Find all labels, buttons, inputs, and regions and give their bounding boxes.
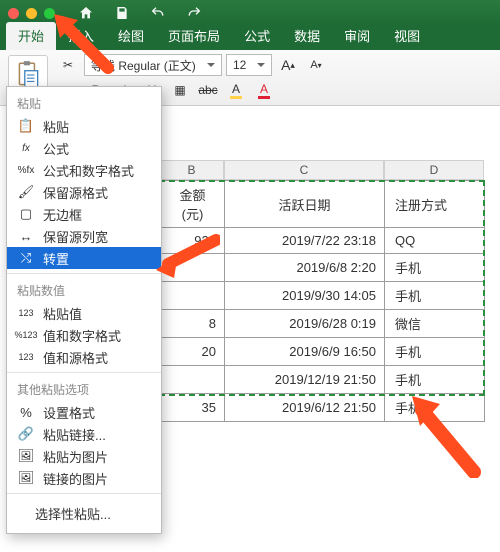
header-cell[interactable]: 金额(元) [161, 181, 225, 228]
fill-color-button[interactable]: A [224, 79, 248, 101]
menu-separator [7, 273, 161, 274]
tab-insert[interactable]: 插入 [56, 22, 106, 50]
menu-section-label: 粘贴数值 [7, 278, 161, 302]
cut-icon[interactable]: ✂ [56, 54, 80, 76]
brush-icon: 🖌 [17, 184, 35, 200]
col-width-icon: ↔ [17, 228, 35, 244]
linked-picture-icon: 🖼 [17, 470, 35, 486]
tab-data[interactable]: 数据 [282, 22, 332, 50]
zoom-window-icon[interactable] [44, 8, 55, 19]
col-header-c[interactable]: C [224, 160, 384, 180]
font-color-button[interactable]: A [252, 79, 276, 101]
menu-separator [7, 493, 161, 494]
transpose-icon: ⤭ [17, 250, 35, 266]
grow-font-button[interactable]: A▴ [276, 54, 300, 76]
menu-item-values-number-format[interactable]: %123值和数字格式 [7, 324, 161, 346]
header-cell[interactable]: 注册方式 [385, 181, 485, 228]
menu-item-paste-as-picture[interactable]: 🖼粘贴为图片 [7, 445, 161, 467]
fx-number-icon: %fx [17, 162, 35, 178]
menu-section-label: 其他粘贴选项 [7, 377, 161, 401]
menu-item-formulas[interactable]: fx公式 [7, 137, 161, 159]
worksheet[interactable]: B C D 金额(元) 活跃日期 注册方式 9212019/7/22 23:18… [160, 160, 485, 422]
tab-home[interactable]: 开始 [6, 22, 56, 50]
menu-item-formulas-number[interactable]: %fx公式和数字格式 [7, 159, 161, 181]
column-headers[interactable]: B C D [160, 160, 485, 180]
table-row: 352019/6/12 21:50手机 [161, 394, 485, 422]
strike-button[interactable]: abc [196, 79, 220, 101]
tab-review[interactable]: 审阅 [332, 22, 382, 50]
menu-item-no-border[interactable]: ▢无边框 [7, 203, 161, 225]
table-row: 2019/12/19 21:50手机 [161, 366, 485, 394]
table-row: 2019/6/8 2:20手机 [161, 254, 485, 282]
col-header-d[interactable]: D [384, 160, 484, 180]
font-name-select[interactable]: 等线 Regular (正文) [84, 54, 222, 76]
font-size-select[interactable]: 12 [226, 54, 272, 76]
menu-item-paste-values[interactable]: 123粘贴值 [7, 302, 161, 324]
chevron-down-icon [257, 63, 265, 68]
menu-item-paste-link[interactable]: 🔗粘贴链接... [7, 423, 161, 445]
values-num-icon: %123 [17, 327, 35, 343]
ribbon-tabs: 开始 插入 绘图 页面布局 公式 数据 审阅 视图 [0, 26, 500, 50]
menu-separator [7, 372, 161, 373]
table-row: 202019/6/9 16:50手机 [161, 338, 485, 366]
tab-layout[interactable]: 页面布局 [156, 22, 232, 50]
paste-options-menu: 粘贴 📋粘贴 fx公式 %fx公式和数字格式 🖌保留源格式 ▢无边框 ↔保留源列… [6, 86, 162, 534]
save-icon[interactable] [113, 4, 131, 22]
col-header-b[interactable]: B [160, 160, 224, 180]
table-row: 2019/9/30 14:05手机 [161, 282, 485, 310]
home-icon[interactable] [77, 4, 95, 22]
no-border-icon: ▢ [17, 206, 35, 222]
tab-draw[interactable]: 绘图 [106, 22, 156, 50]
clipboard-icon: 📋 [17, 118, 35, 134]
menu-item-formatting[interactable]: %设置格式 [7, 401, 161, 423]
menu-item-values-source-format[interactable]: 123值和源格式 [7, 346, 161, 368]
menu-item-keep-col-width[interactable]: ↔保留源列宽 [7, 225, 161, 247]
font-name-value: 等线 Regular (正文) [91, 57, 196, 74]
window-controls[interactable] [8, 8, 55, 19]
chevron-down-icon [207, 63, 215, 68]
borders-button[interactable]: ▦ [168, 79, 192, 101]
data-table[interactable]: 金额(元) 活跃日期 注册方式 9212019/7/22 23:18QQ 201… [160, 180, 485, 422]
font-size-value: 12 [233, 58, 246, 72]
link-icon: 🔗 [17, 426, 35, 442]
menu-item-transpose[interactable]: ⤭转置 [7, 247, 161, 269]
table-row: 9212019/7/22 23:18QQ [161, 228, 485, 254]
minimize-window-icon[interactable] [26, 8, 37, 19]
close-window-icon[interactable] [8, 8, 19, 19]
menu-item-paste-special[interactable]: 选择性粘贴... [7, 498, 161, 527]
fx-icon: fx [17, 140, 35, 156]
values-fmt-icon: 123 [17, 349, 35, 365]
format-icon: % [17, 404, 35, 420]
menu-item-linked-picture[interactable]: 🖼链接的图片 [7, 467, 161, 489]
shrink-font-button[interactable]: A▾ [304, 54, 328, 76]
menu-item-keep-source-format[interactable]: 🖌保留源格式 [7, 181, 161, 203]
picture-icon: 🖼 [17, 448, 35, 464]
menu-item-paste[interactable]: 📋粘贴 [7, 115, 161, 137]
header-cell[interactable]: 活跃日期 [225, 181, 385, 228]
undo-icon[interactable] [149, 4, 167, 22]
tab-view[interactable]: 视图 [382, 22, 432, 50]
tab-formulas[interactable]: 公式 [232, 22, 282, 50]
table-row: 金额(元) 活跃日期 注册方式 [161, 181, 485, 228]
redo-icon[interactable] [185, 4, 203, 22]
table-row: 82019/6/28 0:19微信 [161, 310, 485, 338]
menu-section-label: 粘贴 [7, 91, 161, 115]
values-icon: 123 [17, 305, 35, 321]
